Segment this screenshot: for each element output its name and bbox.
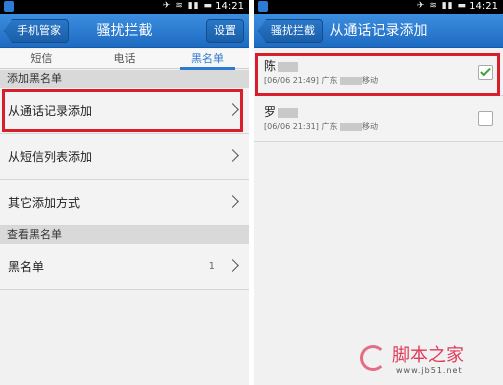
highlight-box	[255, 53, 500, 96]
watermark-logo-icon	[360, 345, 386, 371]
status-bar: ✈ ≋ ▮▮ ▬ 14:21	[254, 0, 503, 14]
highlight-box	[2, 89, 243, 132]
watermark-text: 脚本之家	[392, 345, 464, 366]
chevron-right-icon	[226, 195, 239, 208]
status-time: 14:21	[215, 1, 244, 12]
row-label: 其它添加方式	[8, 196, 81, 210]
title-bar: 手机管家 骚扰拦截 设置	[0, 14, 249, 48]
row-other-methods[interactable]: 其它添加方式	[0, 180, 249, 226]
watermark: 脚本之家 www.jb51.net	[360, 341, 495, 379]
back-button[interactable]: 手机管家	[4, 19, 69, 43]
row-label: 黑名单	[8, 260, 45, 274]
left-screen: ✈ ≋ ▮▮ ▬ 14:21 手机管家 骚扰拦截 设置 短信 电话 黑名单 添加…	[0, 0, 249, 385]
contact-name: 罗	[264, 103, 299, 120]
section-header-view: 查看黑名单	[0, 226, 249, 244]
tab-calls[interactable]: 电话	[83, 49, 166, 69]
back-button[interactable]: 骚扰拦截	[258, 19, 323, 43]
row-add-from-sms[interactable]: 从短信列表添加	[0, 134, 249, 180]
select-checkbox[interactable]	[478, 111, 493, 126]
tab-blacklist[interactable]: 黑名单	[166, 49, 249, 70]
signal-wifi-battery-icon: ✈ ≋ ▮▮ ▬	[162, 1, 213, 11]
contact-meta: [06/06 21:31] 广东 移动	[264, 122, 378, 131]
chevron-right-icon	[226, 149, 239, 162]
app-notification-icon	[4, 1, 14, 12]
status-bar: ✈ ≋ ▮▮ ▬ 14:21	[0, 0, 249, 14]
signal-wifi-battery-icon: ✈ ≋ ▮▮ ▬	[416, 1, 467, 11]
blacklist-count: 1	[208, 261, 215, 272]
row-blacklist[interactable]: 黑名单 1	[0, 244, 249, 290]
chevron-right-icon	[226, 259, 239, 272]
right-screen: ✈ ≋ ▮▮ ▬ 14:21 骚扰拦截 从通话记录添加 陈 [06/06 21:…	[254, 0, 503, 385]
row-label: 从短信列表添加	[8, 150, 93, 164]
status-time: 14:21	[469, 1, 498, 12]
app-notification-icon	[258, 1, 268, 12]
watermark-url: www.jb51.net	[396, 366, 463, 375]
settings-button[interactable]: 设置	[206, 19, 244, 43]
tab-bar: 短信 电话 黑名单	[0, 49, 249, 70]
contact-row[interactable]: 罗 [06/06 21:31] 广东 移动	[254, 97, 503, 142]
tab-sms[interactable]: 短信	[0, 49, 83, 69]
section-header-add: 添加黑名单	[0, 70, 249, 88]
title-bar: 骚扰拦截 从通话记录添加	[254, 14, 503, 48]
